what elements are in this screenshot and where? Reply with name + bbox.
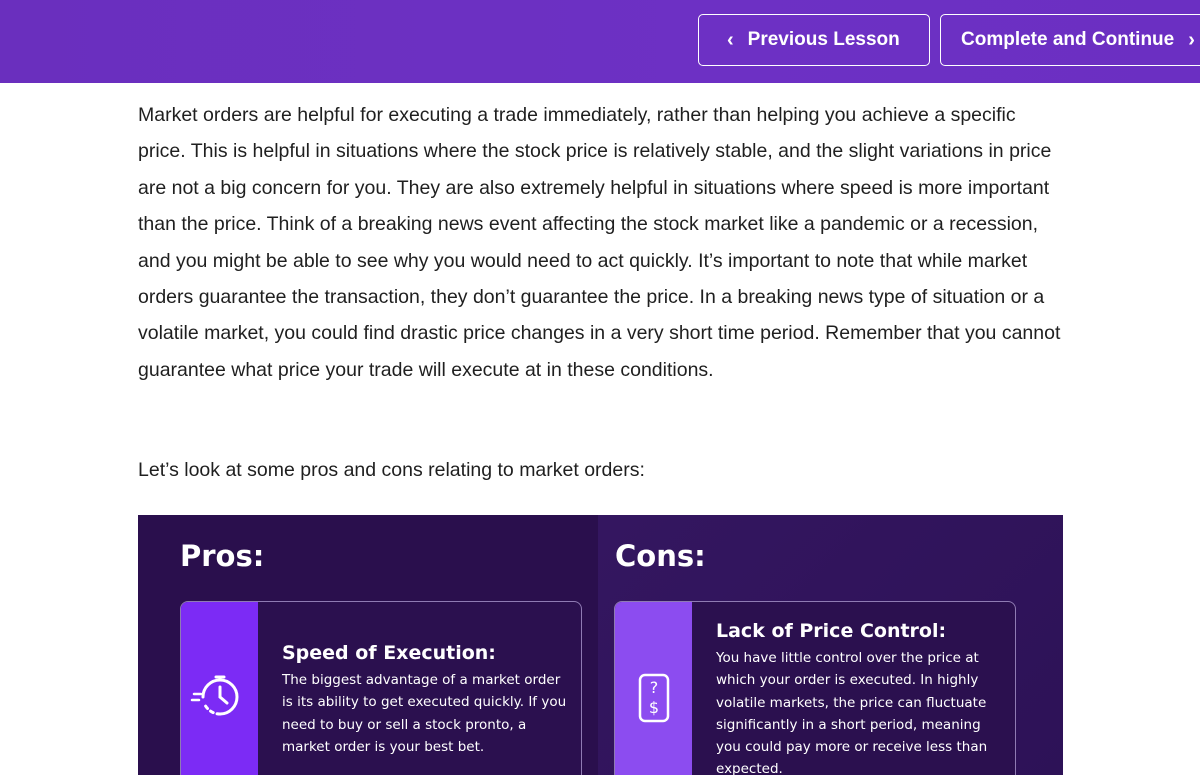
pros-cons-graphic: Pros: Cons: Speed of Execution: The bigg… xyxy=(138,515,1063,775)
cons-card-price-control: ? $ Lack of Price Control: You have litt… xyxy=(614,601,1016,775)
clock-speed-icon xyxy=(190,675,239,716)
pros-card-text: The biggest advantage of a market order … xyxy=(282,672,567,755)
svg-text:?: ? xyxy=(650,678,659,697)
previous-lesson-label: Previous Lesson xyxy=(747,29,900,50)
lesson-header-bar: ‹ Previous Lesson Complete and Continue … xyxy=(0,0,1200,83)
complete-and-continue-label: Complete and Continue xyxy=(961,29,1175,50)
pros-cons-intro: Let’s look at some pros and cons relatin… xyxy=(138,459,645,481)
pros-card-title: Speed of Execution: xyxy=(282,642,496,664)
cons-heading: Cons: xyxy=(615,539,706,573)
market-orders-paragraph: Market orders are helpful for executing … xyxy=(138,104,1061,381)
price-tag-question-icon: ? $ xyxy=(638,673,670,723)
chevron-left-icon: ‹ xyxy=(727,28,734,51)
pros-heading: Pros: xyxy=(180,539,265,573)
lesson-body: Market orders are helpful for executing … xyxy=(138,97,1068,388)
chevron-right-icon: › xyxy=(1188,28,1195,51)
previous-lesson-button[interactable]: ‹ Previous Lesson xyxy=(698,14,930,66)
cons-card-title: Lack of Price Control: xyxy=(716,620,947,642)
svg-text:$: $ xyxy=(649,698,659,717)
complete-and-continue-button[interactable]: Complete and Continue › xyxy=(940,14,1200,66)
pros-card-speed: Speed of Execution: The biggest advantag… xyxy=(180,601,582,775)
cons-card-text: You have little control over the price a… xyxy=(716,650,988,775)
